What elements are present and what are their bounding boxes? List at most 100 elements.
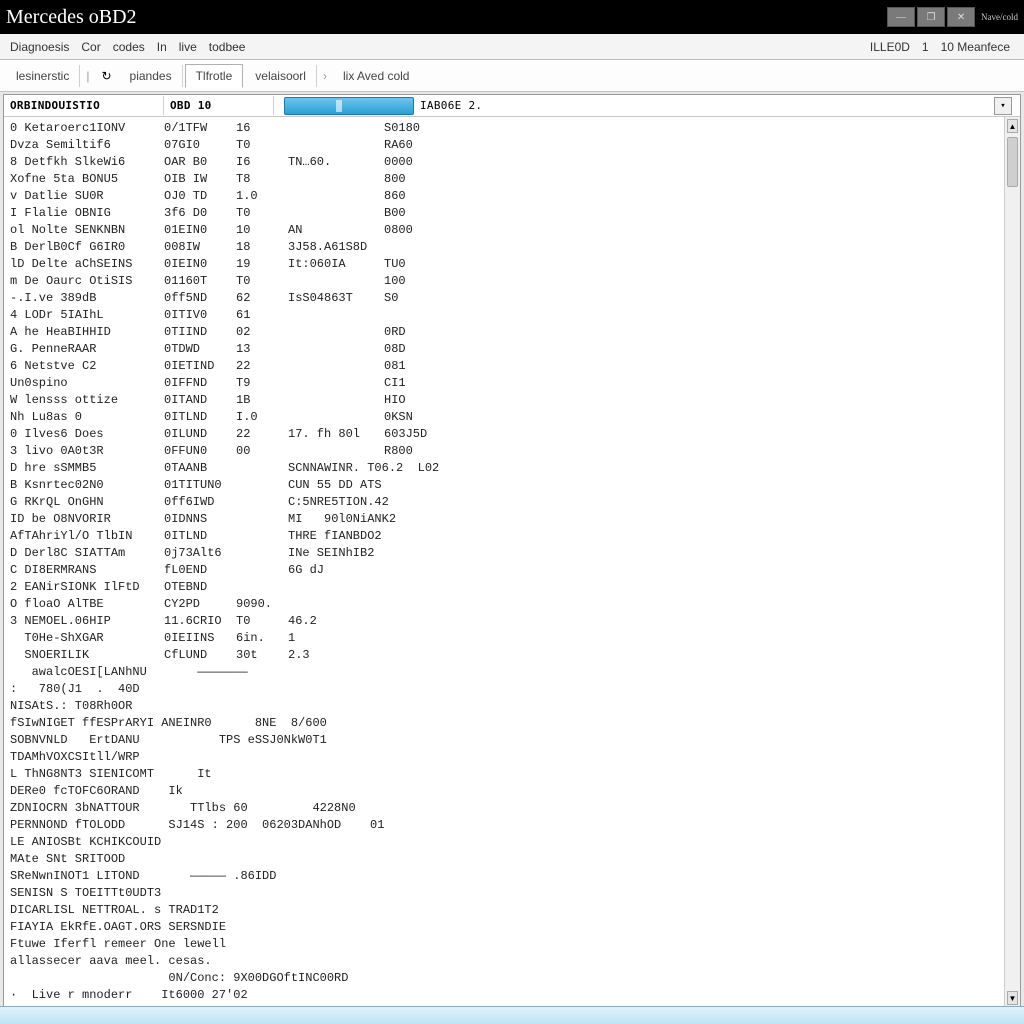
tab-lesinerstic[interactable]: lesinerstic <box>6 65 80 87</box>
table-row[interactable]: B DerlB0Cf G6IR0008IW183J58.A61S8D <box>10 239 1020 256</box>
table-row[interactable]: G RKrQL OnGHN0ff6IWDC:5NRE5TION.42 <box>10 494 1020 511</box>
maximize-button[interactable]: ❐ <box>917 7 945 27</box>
footer-line: allassecer aava meel. cesas. <box>10 953 1020 970</box>
tab-throttle[interactable]: Tlfrotle <box>185 64 244 88</box>
cell: 4 LODr 5IAIhL <box>10 307 164 324</box>
cell: AfTAhriYl/O TlbIN <box>10 528 164 545</box>
table-row[interactable]: Nh Lu8as 00ITLNDI.00KSN <box>10 409 1020 426</box>
table-row[interactable]: 3 NEMOEL.06HIP11.6CRIOT046.2 <box>10 613 1020 630</box>
menu-item[interactable]: codes <box>109 38 149 56</box>
table-row[interactable]: C DI8ERMRANSfL0END6G dJ <box>10 562 1020 579</box>
menu-item[interactable]: live <box>175 38 201 56</box>
footer-line: NISAtS.: T08Rh0OR <box>10 698 1020 715</box>
separator-icon: | <box>82 69 93 83</box>
dropdown-toggle[interactable]: ▾ <box>994 97 1012 115</box>
refresh-icon[interactable]: ↻ <box>95 69 117 83</box>
menu-item[interactable]: In <box>153 38 171 56</box>
tab-piandes[interactable]: piandes <box>120 65 183 87</box>
cell: I6 <box>236 154 288 171</box>
scroll-up-icon[interactable]: ▲ <box>1007 119 1018 133</box>
cell: 10 <box>236 222 288 239</box>
cell: It:060IA <box>288 256 384 273</box>
cell: 0ITAND <box>164 392 236 409</box>
footer-line: awalcOESI[LANhNU ——————— <box>10 664 1020 681</box>
cell: C:5NRE5TION.42 <box>288 494 384 511</box>
tab-lixaved[interactable]: lix Aved cold <box>333 65 420 87</box>
table-row[interactable]: -.I.ve 389dB0ff5ND62IsS04863TS0 <box>10 290 1020 307</box>
footer-line: : 780(J1 . 40D <box>10 681 1020 698</box>
table-row[interactable]: AfTAhriYl/O TlbIN0ITLNDTHRE fIANBDO2 <box>10 528 1020 545</box>
menu-item[interactable]: Cor <box>77 38 104 56</box>
cell: 30t <box>236 647 288 664</box>
cell <box>288 205 384 222</box>
vertical-scrollbar[interactable]: ▲ ▼ <box>1004 117 1020 1007</box>
table-row[interactable]: ol Nolte SENKNBN01EIN010AN0800 <box>10 222 1020 239</box>
table-row[interactable]: m De Oaurc OtiSIS01160TT0100 <box>10 273 1020 290</box>
scroll-thumb[interactable] <box>1007 137 1018 187</box>
cell <box>384 528 456 545</box>
col-header-name[interactable]: ORBINDOUISTIO <box>4 96 164 115</box>
cell: 0 Ilves6 Does <box>10 426 164 443</box>
cell <box>384 579 456 596</box>
table-row[interactable]: B Ksnrtec02N001TITUN0CUN 55 DD ATS <box>10 477 1020 494</box>
cell: 02 <box>236 324 288 341</box>
footer-line: SENISN S TOEITTt0UDT3 <box>10 885 1020 902</box>
cell: 9090. <box>236 596 288 613</box>
minimize-button[interactable]: — <box>887 7 915 27</box>
footer-line: SReNwnINOT1 LITOND ————— .86IDD <box>10 868 1020 885</box>
cell <box>288 341 384 358</box>
cell: 17. fh 80l <box>288 426 384 443</box>
table-row[interactable]: 0 Ketaroerc1IONV0/1TFW16S0180 <box>10 120 1020 137</box>
table-row[interactable]: D hre sSMMB50TAANBSCNNAWINR. T06.2 L02 <box>10 460 1020 477</box>
table-row[interactable]: 4 LODr 5IAIhL0ITIV061 <box>10 307 1020 324</box>
table-row[interactable]: T0He-ShXGAR0IEIINS6in.1 <box>10 630 1020 647</box>
scroll-down-icon[interactable]: ▼ <box>1007 991 1018 1005</box>
table-row[interactable]: Un0spino0IFFNDT9CI1 <box>10 375 1020 392</box>
menu-item[interactable]: todbee <box>205 38 250 56</box>
cell: 0ITIV0 <box>164 307 236 324</box>
cell: 008IW <box>164 239 236 256</box>
cell: 22 <box>236 426 288 443</box>
cell: 800 <box>384 171 456 188</box>
cell: TU0 <box>384 256 456 273</box>
cell: 61 <box>236 307 288 324</box>
col-header-obd[interactable]: OBD 10 <box>164 96 274 115</box>
cell: ID be O8NVORIR <box>10 511 164 528</box>
table-row[interactable]: ID be O8NVORIR0IDNNSMI 90l0NiANK2 <box>10 511 1020 528</box>
table-row[interactable]: 8 Detfkh SlkeWi6OAR B0I6TN…60.0000 <box>10 154 1020 171</box>
cell: AN <box>288 222 384 239</box>
table-row[interactable]: 0 Ilves6 Does0ILUND2217. fh 80l603J5D <box>10 426 1020 443</box>
table-row[interactable]: lD Delte aChSEINS0IEIN019It:060IATU0 <box>10 256 1020 273</box>
cell: 0ILUND <box>164 426 236 443</box>
cell: 0TIIND <box>164 324 236 341</box>
table-row[interactable]: 6 Netstve C20IETIND22081 <box>10 358 1020 375</box>
table-row[interactable]: O floaO AlTBECY2PD9090. <box>10 596 1020 613</box>
table-row[interactable]: D Derl8C SIATTAm0j73Alt6INe SEINhIB2 <box>10 545 1020 562</box>
table-row[interactable]: Dvza Semiltif607GI0T0RA60 <box>10 137 1020 154</box>
cell: 01EIN0 <box>164 222 236 239</box>
table-row[interactable]: Xofne 5ta BONU5OIB IWT8800 <box>10 171 1020 188</box>
cell: ol Nolte SENKNBN <box>10 222 164 239</box>
table-row[interactable]: v Datlie SU0ROJ0 TD1.0860 <box>10 188 1020 205</box>
cell: T0 <box>236 273 288 290</box>
table-row[interactable]: I Flalie OBNIG3f6 D0T0B00 <box>10 205 1020 222</box>
table-row[interactable]: 3 livo 0A0t3R0FFUN000R800 <box>10 443 1020 460</box>
footer-line: DICARLISL NETTROAL. s TRAD1T2 <box>10 902 1020 919</box>
cell: 0IFFND <box>164 375 236 392</box>
cell <box>288 273 384 290</box>
cell: T8 <box>236 171 288 188</box>
cell: I.0 <box>236 409 288 426</box>
table-row[interactable]: 2 EANirSIONK IlFtDOTEBND <box>10 579 1020 596</box>
table-row[interactable]: A he HeaBIHHID0TIIND020RD <box>10 324 1020 341</box>
table-row[interactable]: W lensss ottize0ITAND1BHIO <box>10 392 1020 409</box>
close-button[interactable]: ✕ <box>947 7 975 27</box>
cell: CfLUND <box>164 647 236 664</box>
menu-item[interactable]: Diagnoesis <box>6 38 73 56</box>
cell: D hre sSMMB5 <box>10 460 164 477</box>
table-row[interactable]: G. PenneRAAR0TDWD1308D <box>10 341 1020 358</box>
tab-velaisoor[interactable]: velaisoorl <box>245 65 317 87</box>
footer-line: 0N/Conc: 9X00DGOftINC00RD <box>10 970 1020 987</box>
table-row[interactable]: SNOERILIKCfLUND30t2.3 <box>10 647 1020 664</box>
cell: 2 EANirSIONK IlFtD <box>10 579 164 596</box>
cell: 0RD <box>384 324 456 341</box>
